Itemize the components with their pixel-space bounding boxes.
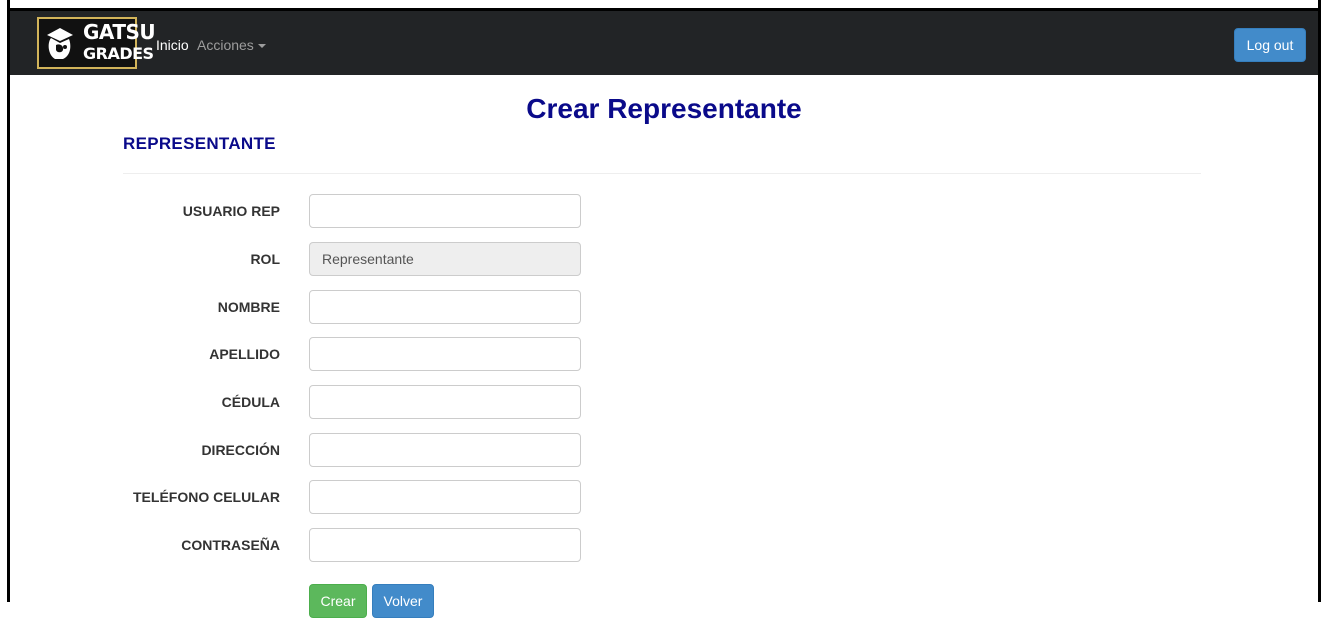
usuario-input[interactable] <box>309 194 581 228</box>
brand-logo[interactable]: GATSU GRADES <box>37 17 156 69</box>
form-row-contrasena: CONTRASEÑA <box>0 528 600 562</box>
usuario-label: USUARIO REP <box>182 203 280 219</box>
form-row-cedula: CÉDULA <box>0 385 600 419</box>
section-divider <box>123 173 1201 174</box>
contrasena-input[interactable] <box>309 528 581 562</box>
back-button[interactable]: Volver <box>372 584 434 618</box>
telefono-label: TELÉFONO CELULAR <box>133 489 280 505</box>
navbar: GATSU GRADES Inicio Acciones Log out <box>10 11 1318 75</box>
form-row-rol: ROL <box>0 242 600 276</box>
rol-label: ROL <box>250 251 280 267</box>
graduate-head-icon <box>47 28 73 59</box>
telefono-input[interactable] <box>309 480 581 514</box>
brand-line-2: GRADES <box>83 44 154 63</box>
caret-down-icon <box>257 44 266 49</box>
direccion-input[interactable] <box>309 433 581 467</box>
rol-input[interactable] <box>309 242 581 276</box>
brand-text: GATSU GRADES <box>83 20 156 64</box>
window-border-right <box>1318 0 1321 602</box>
logout-button[interactable]: Log out <box>1234 28 1306 62</box>
form-row-usuario: USUARIO REP <box>0 194 600 228</box>
form-row-apellido: APELLIDO <box>0 337 600 371</box>
nombre-label: NOMBRE <box>217 299 280 315</box>
apellido-input[interactable] <box>309 337 581 371</box>
form-row-telefono: TELÉFONO CELULAR <box>0 480 600 514</box>
contrasena-label: CONTRASEÑA <box>181 537 280 553</box>
form-row-direccion: DIRECCIÓN <box>0 433 600 467</box>
nombre-input[interactable] <box>309 290 581 324</box>
nav-actions-label: Acciones <box>197 37 254 53</box>
apellido-label: APELLIDO <box>209 346 280 362</box>
form-row-nombre: NOMBRE <box>0 290 600 324</box>
brand-line-1: GATSU <box>83 20 156 44</box>
direccion-label: DIRECCIÓN <box>201 442 280 458</box>
cedula-label: CÉDULA <box>221 394 280 410</box>
create-button[interactable]: Crear <box>309 584 367 618</box>
cedula-input[interactable] <box>309 385 581 419</box>
page-title: Crear Representante <box>526 93 802 124</box>
nav-home-link[interactable]: Inicio <box>156 37 189 53</box>
nav-actions-dropdown[interactable]: Acciones <box>197 37 266 53</box>
section-title: REPRESENTANTE <box>123 134 276 153</box>
